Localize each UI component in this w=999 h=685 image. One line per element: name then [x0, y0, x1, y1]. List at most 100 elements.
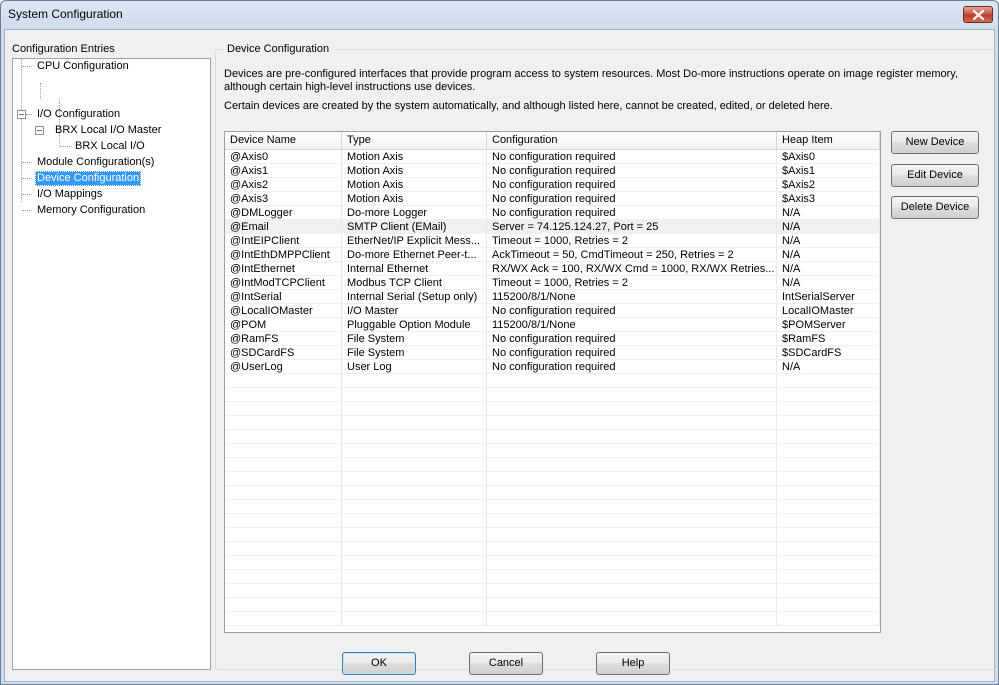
table-header: Device Name Type Configuration Heap Item [225, 132, 880, 150]
empty-cell [777, 570, 880, 583]
empty-cell [342, 500, 487, 513]
table-row[interactable]: @RamFS File System No configuration requir… [225, 332, 880, 346]
column-header-heap-item[interactable]: Heap Item [777, 132, 880, 150]
table-row[interactable]: @Axis1 Motion Axis No configuration requir… [225, 164, 880, 178]
expand-collapse-icon[interactable]: – [17, 110, 26, 119]
cell-heap-item: N/A [777, 262, 880, 275]
cell-configuration: AckTimeout = 50, CmdTimeout = 250, Retri… [487, 248, 777, 261]
help-button[interactable]: Help [596, 652, 670, 675]
tree-item-cpu-configuration[interactable]: CPU Configuration [35, 59, 131, 74]
table-row[interactable]: @IntEthernet Internal Ethernet RX/WX Ack =… [225, 262, 880, 276]
table-row[interactable]: @Axis3 Motion Axis No configuration requir… [225, 192, 880, 206]
empty-cell [342, 430, 487, 443]
table-row[interactable]: @SDCardFS File System No configuration req… [225, 346, 880, 360]
cancel-button[interactable]: Cancel [469, 652, 543, 675]
cell-heap-item: $SDCardFS [777, 346, 880, 359]
delete-device-button[interactable]: Delete Device [891, 196, 979, 219]
tree-line [60, 146, 72, 147]
empty-row [225, 374, 880, 388]
empty-cell [487, 500, 777, 513]
cell-device-name: @Axis1 [225, 164, 342, 177]
empty-cell [777, 528, 880, 541]
column-header-device-name[interactable]: Device Name [225, 132, 342, 150]
description-text-2: Certain devices are created by the syste… [224, 100, 833, 112]
window-title: System Configuration [8, 7, 123, 21]
column-header-type[interactable]: Type [342, 132, 487, 150]
empty-cell [225, 472, 342, 485]
description-text: Devices are pre-configured interfaces th… [224, 68, 959, 93]
cell-heap-item: N/A [777, 206, 880, 219]
tree-item-brx-local-io[interactable]: BRX Local I/O [73, 139, 147, 154]
table-row[interactable]: @UserLog User Log No configuration require… [225, 360, 880, 374]
empty-cell [342, 598, 487, 611]
cell-type: Pluggable Option Module [342, 318, 487, 331]
expand-collapse-icon[interactable]: – [35, 126, 44, 135]
tree-item-io-configuration[interactable]: I/O Configuration [35, 107, 122, 122]
empty-cell [342, 570, 487, 583]
empty-row [225, 416, 880, 430]
tree-line [22, 194, 32, 195]
table-row[interactable]: @IntModTCPClient Modbus TCP Client Timeout… [225, 276, 880, 290]
cell-heap-item: $Axis2 [777, 178, 880, 191]
cell-device-name: @RamFS [225, 332, 342, 345]
cell-device-name: @IntSerial [225, 290, 342, 303]
empty-cell [487, 556, 777, 569]
device-table[interactable]: Device Name Type Configuration Heap Item… [224, 131, 881, 633]
empty-cell [487, 542, 777, 555]
cell-type: EtherNet/IP Explicit Mess... [342, 234, 487, 247]
empty-cell [487, 430, 777, 443]
tree-item-device-configuration[interactable]: Device Configuration [35, 171, 142, 186]
table-row[interactable]: @Axis2 Motion Axis No configuration requir… [225, 178, 880, 192]
empty-cell [342, 472, 487, 485]
empty-cell [342, 528, 487, 541]
empty-row [225, 598, 880, 612]
empty-cell [342, 486, 487, 499]
table-row[interactable]: @IntEIPClient EtherNet/IP Explicit Mess..… [225, 234, 880, 248]
empty-row [225, 388, 880, 402]
empty-cell [777, 416, 880, 429]
table-row[interactable]: @Axis0 Motion Axis No configuration requir… [225, 150, 880, 164]
table-row[interactable]: @IntSerial Internal Serial (Setup only) 11… [225, 290, 880, 304]
cell-type: Modbus TCP Client [342, 276, 487, 289]
cell-configuration: RX/WX Ack = 100, RX/WX Cmd = 1000, RX/WX… [487, 262, 777, 275]
ok-button[interactable]: OK [342, 652, 416, 675]
cell-configuration: No configuration required [487, 206, 777, 219]
title-bar[interactable]: System Configuration [1, 1, 998, 29]
cell-configuration: 115200/8/1/None [487, 290, 777, 303]
new-device-button[interactable]: New Device [891, 131, 979, 154]
edit-device-button[interactable]: Edit Device [891, 164, 979, 187]
tree-item-io-mappings[interactable]: I/O Mappings [35, 187, 104, 202]
cell-type: Do-more Ethernet Peer-t... [342, 248, 487, 261]
empty-row [225, 570, 880, 584]
cell-device-name: @Email [225, 220, 342, 233]
table-row[interactable]: @POM Pluggable Option Module 115200/8/1/No… [225, 318, 880, 332]
empty-cell [225, 598, 342, 611]
tree-item-brx-local-io-master[interactable]: BRX Local I/O Master [53, 123, 163, 138]
table-row[interactable]: @Email SMTP Client (EMail) Server = 74.125… [225, 220, 880, 234]
empty-row [225, 542, 880, 556]
configuration-tree[interactable]: – – CPU Configuration I/O Configuration … [12, 58, 211, 670]
column-header-configuration[interactable]: Configuration [487, 132, 777, 150]
empty-cell [225, 486, 342, 499]
close-button[interactable] [963, 6, 993, 23]
empty-row [225, 556, 880, 570]
cell-configuration: No configuration required [487, 150, 777, 163]
table-row[interactable]: @LocalIOMaster I/O Master No configuration… [225, 304, 880, 318]
empty-cell [777, 584, 880, 597]
cell-heap-item: N/A [777, 248, 880, 261]
cell-configuration: No configuration required [487, 360, 777, 373]
empty-cell [225, 402, 342, 415]
cell-heap-item: $Axis1 [777, 164, 880, 177]
empty-cell [487, 402, 777, 415]
table-row[interactable]: @IntEthDMPPClient Do-more Ethernet Peer-t… [225, 248, 880, 262]
cell-type: Internal Ethernet [342, 262, 487, 275]
empty-cell [487, 486, 777, 499]
tree-item-module-configurations[interactable]: Module Configuration(s) [35, 155, 156, 170]
cell-device-name: @Axis2 [225, 178, 342, 191]
table-row[interactable]: @DMLogger Do-more Logger No configuration … [225, 206, 880, 220]
tree-item-memory-configuration[interactable]: Memory Configuration [35, 203, 147, 218]
cell-configuration: No configuration required [487, 164, 777, 177]
empty-cell [225, 612, 342, 625]
empty-cell [342, 556, 487, 569]
cell-heap-item: $Axis0 [777, 150, 880, 163]
